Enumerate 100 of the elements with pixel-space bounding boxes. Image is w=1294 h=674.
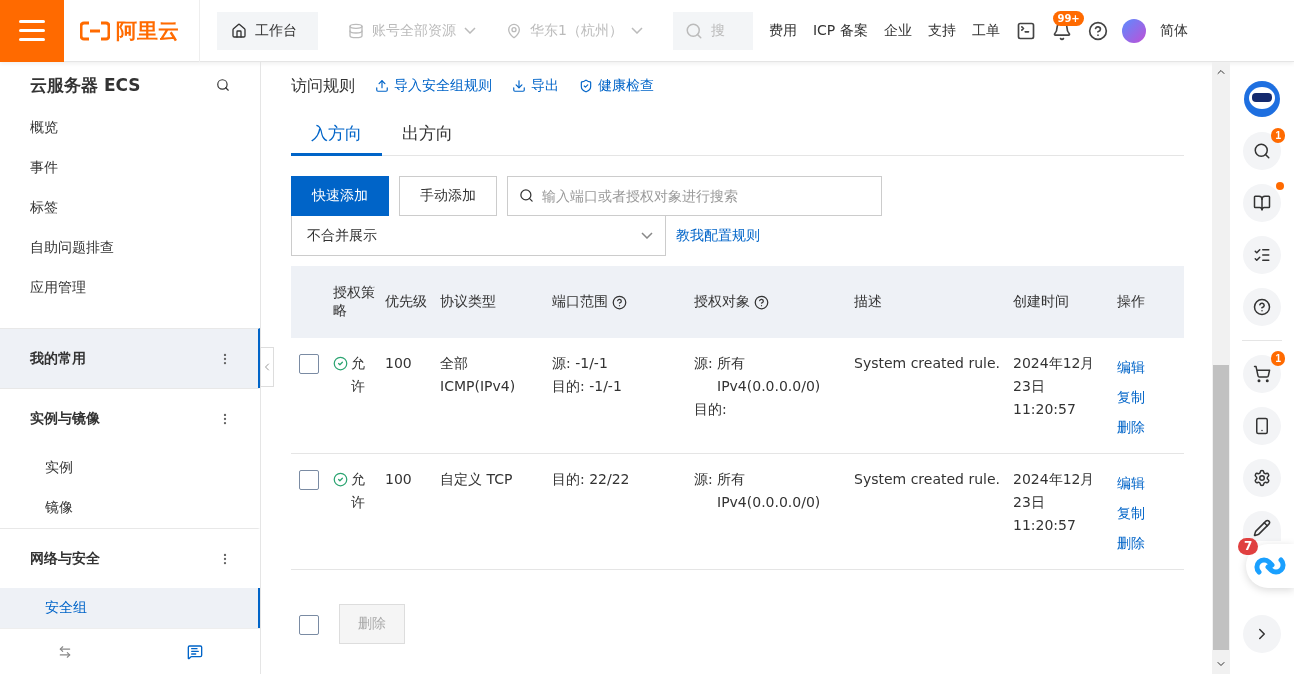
sidebar-group-label: 实例与镜像	[30, 409, 100, 428]
checklist-button[interactable]	[1243, 236, 1281, 274]
column-header: 优先级	[385, 293, 428, 311]
operation-link[interactable]: 编辑	[1117, 472, 1182, 495]
check-circle-icon	[333, 472, 348, 487]
row-checkbox[interactable]	[299, 354, 319, 374]
checklist-icon	[1253, 246, 1271, 264]
section-title: 访问规则	[291, 75, 355, 97]
table-cell-text: 自定义 TCP	[440, 470, 514, 489]
check-circle-icon	[333, 356, 348, 371]
help-icon[interactable]	[612, 294, 627, 310]
operation-link[interactable]: 删除	[1117, 416, 1182, 439]
search-icon	[519, 188, 534, 203]
sidebar-item[interactable]: 概览	[0, 108, 260, 148]
robot-avatar-icon[interactable]	[1243, 80, 1281, 118]
table-cell-text: 100	[385, 354, 413, 373]
search-icon	[1253, 142, 1271, 160]
table-cell-text: 源: 所有	[694, 470, 747, 489]
settings-icon	[1253, 469, 1271, 487]
user-avatar[interactable]	[1121, 18, 1146, 43]
column-header: 授权对象	[694, 293, 854, 311]
table-cell-text: 目的:	[694, 400, 728, 419]
table-cell-text: 2024年12月 23日 11:20:57	[1013, 354, 1096, 419]
table-cell-text: 允许	[351, 354, 366, 396]
operation-link[interactable]: 删除	[1117, 532, 1182, 555]
nav-link[interactable]: 支持	[927, 21, 956, 40]
select-all-checkbox[interactable]	[299, 615, 319, 635]
nav-link[interactable]: ICP 备案	[812, 21, 868, 40]
table-cell-text: IPv4(0.0.0.0/0)	[716, 493, 822, 512]
direction-tab[interactable]: 入方向	[291, 122, 382, 156]
action-link[interactable]: 健康检查	[579, 77, 654, 95]
database-icon	[348, 22, 364, 39]
shield-icon	[579, 79, 593, 93]
sidebar-item[interactable]: 安全组	[0, 588, 260, 628]
help-button[interactable]	[1243, 288, 1281, 326]
help-icon	[1253, 298, 1271, 316]
help-icon[interactable]	[1087, 20, 1108, 41]
column-header: 操作	[1117, 293, 1146, 311]
app-button[interactable]	[1243, 407, 1281, 445]
menu-button[interactable]	[0, 0, 64, 62]
nav-link[interactable]: 企业	[883, 21, 912, 40]
workbench-button[interactable]: 工作台	[217, 11, 318, 50]
terminal-icon[interactable]	[1015, 20, 1036, 41]
logo-text: 阿里云	[116, 17, 179, 45]
table-cell-text: 全部 ICMP(IPv4)	[440, 354, 517, 396]
chevron-down-icon	[630, 27, 643, 34]
nav-link[interactable]: 费用	[768, 21, 797, 40]
scrollbar-thumb[interactable]	[1213, 365, 1229, 650]
rule-search-field[interactable]: 输入端口或者授权对象进行搜索	[507, 176, 882, 216]
direction-tab[interactable]: 出方向	[382, 122, 473, 156]
action-link[interactable]: 导出	[512, 77, 559, 95]
add-button[interactable]: 快速添加	[291, 176, 389, 216]
column-header: 协议类型	[440, 293, 497, 311]
sidebar-item[interactable]: 实例	[0, 448, 260, 488]
message-icon[interactable]	[186, 643, 203, 660]
nav-link[interactable]: 工单	[971, 21, 1000, 40]
chevron-down-icon	[641, 232, 653, 239]
cart-icon	[1253, 365, 1271, 383]
view-select[interactable]: 不合并展示	[291, 216, 666, 256]
settings-button[interactable]	[1243, 459, 1281, 497]
operation-link[interactable]: 编辑	[1117, 356, 1182, 379]
switch-icon[interactable]	[57, 644, 72, 659]
search-icon	[684, 21, 703, 40]
table-cell-text: 目的: 22/22	[552, 470, 631, 489]
table-cell-text: 源: -1/-1	[552, 354, 609, 373]
table-cell-text: 2024年12月 23日 11:20:57	[1013, 470, 1096, 535]
search-icon[interactable]	[216, 78, 230, 92]
sidebar-group-label: 网络与安全	[30, 549, 100, 568]
notification-dot	[1276, 182, 1284, 190]
action-link[interactable]: 导入安全组规则	[375, 77, 492, 95]
book-icon	[1253, 194, 1271, 212]
sidebar-item[interactable]: 镜像	[0, 488, 260, 528]
count-badge: 7	[1238, 538, 1259, 555]
column-header: 授权策略	[333, 284, 376, 320]
sidebar-item[interactable]: 标签	[0, 188, 260, 228]
row-checkbox[interactable]	[299, 470, 319, 490]
sidebar-group-header[interactable]: 实例与镜像	[0, 388, 260, 448]
sidebar-item[interactable]: 自助问题排查	[0, 228, 260, 268]
sidebar-item[interactable]: 事件	[0, 148, 260, 188]
table-cell-text: System created rule.	[854, 354, 1001, 373]
operation-link[interactable]: 复制	[1117, 386, 1182, 409]
add-button[interactable]: 手动添加	[399, 176, 497, 216]
phone-icon	[1253, 417, 1271, 435]
cart-badge: 1	[1271, 351, 1285, 366]
sidebar-title: 云服务器 ECS	[30, 73, 141, 97]
table-cell-text: IPv4(0.0.0.0/0)	[716, 377, 822, 396]
sidebar-group-label: 我的常用	[30, 349, 86, 368]
sidebar-item[interactable]: 应用管理	[0, 268, 260, 308]
table-cell-text: 允许	[351, 470, 366, 512]
operation-link[interactable]: 复制	[1117, 502, 1182, 525]
search-badge: 1	[1271, 128, 1285, 143]
pencil-button[interactable]	[1243, 511, 1281, 541]
book-button[interactable]	[1243, 184, 1281, 222]
upload-icon	[375, 79, 389, 93]
help-link[interactable]: 教我配置规则	[676, 227, 760, 245]
sidebar-group-header[interactable]: 我的常用	[0, 328, 260, 388]
map-pin-icon	[506, 22, 522, 39]
table-cell-text: 目的: -1/-1	[552, 377, 623, 396]
help-icon[interactable]	[754, 294, 769, 310]
language-link[interactable]: 简体	[1159, 21, 1188, 40]
